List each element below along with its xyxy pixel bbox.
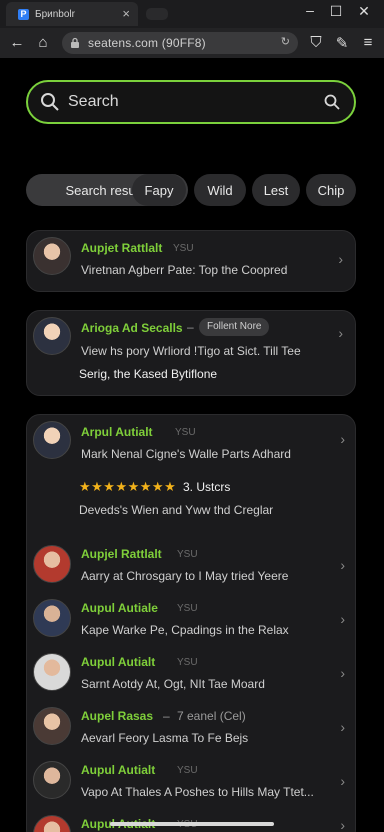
- home-indicator: [110, 822, 274, 826]
- result-description: Vapo At Thales A Poshes to Hills May Tte…: [81, 785, 314, 799]
- result-card[interactable]: Aupjet Rattlalt YSU Viretnan Agberr Pate…: [26, 230, 356, 292]
- chip-lest[interactable]: Lest: [252, 174, 300, 206]
- result-description: Viretnan Agberr Pate: Top the Coopred: [81, 263, 288, 277]
- search-icon: [41, 93, 59, 111]
- tab-title: Бриnbolr: [35, 8, 75, 20]
- result-description: Sarnt Aotdy At, Ogt, NIt Tae Moard: [81, 677, 265, 691]
- chevron-right-icon[interactable]: ›: [340, 431, 345, 447]
- list-item[interactable]: Aupul Autialt YSU Sarnt Aotdy At, Ogt, N…: [27, 649, 357, 703]
- result-meta: YSU: [177, 765, 198, 776]
- result-description: Kape Warke Pe, Cpadings in the Relax: [81, 623, 289, 637]
- result-name: Aupjet Rattlalt: [81, 241, 163, 255]
- url-field[interactable]: seatens.com (90FF8) ↻: [62, 32, 298, 54]
- chevron-right-icon[interactable]: ›: [338, 325, 343, 341]
- close-window-icon[interactable]: ✕: [354, 3, 374, 20]
- page-content: Search Search results Fapy Wild Lest Chi…: [0, 58, 384, 832]
- chevron-right-icon[interactable]: ›: [340, 773, 345, 789]
- chevron-right-icon[interactable]: ›: [338, 251, 343, 267]
- result-description: Aarry at Chrosgary to I May tried Yeere: [81, 569, 289, 583]
- result-name: Arpul Autialt: [81, 425, 153, 439]
- result-card[interactable]: Arioga Ad Secalls – Follent Nore View hs…: [26, 310, 356, 396]
- result-meta: YSU: [173, 243, 194, 254]
- rating-users: 3. Ustcrs: [183, 480, 231, 494]
- filter-chips: Search results Fapy Wild Lest Chip: [26, 174, 356, 206]
- search-submit-icon[interactable]: [324, 94, 340, 110]
- result-meta: YSU: [175, 427, 196, 438]
- result-name: Aupjel Rattlalt: [81, 547, 162, 561]
- result-description-2: Deveds's Wien and Yww thd Creglar: [79, 503, 274, 517]
- result-name: Aupul Autialt: [81, 655, 156, 669]
- back-arrow-icon[interactable]: ←: [8, 34, 26, 51]
- result-meta: YSU: [177, 657, 198, 668]
- site-favicon-icon: P: [18, 8, 29, 20]
- maximize-icon[interactable]: ☐: [326, 3, 346, 20]
- browser-tab[interactable]: P Бриnbolr ×: [6, 2, 138, 26]
- chevron-right-icon[interactable]: ›: [340, 817, 345, 832]
- avatar: [33, 237, 71, 275]
- list-item[interactable]: Aupul Autiale YSU Kape Warke Pe, Cpading…: [27, 595, 357, 649]
- status-badge: Follent Nore: [199, 318, 270, 336]
- chip-wild[interactable]: Wild: [194, 174, 246, 206]
- chip-fapy[interactable]: Fapy: [132, 174, 186, 206]
- avatar: [33, 317, 71, 355]
- result-name: Aupul Autialt: [81, 763, 156, 777]
- result-description: Aevarl Feory Lasma To Fe Bejs: [81, 731, 249, 745]
- chevron-right-icon[interactable]: ›: [340, 665, 345, 681]
- avatar: [33, 761, 71, 799]
- star-rating: ★★★★★★★★: [79, 479, 177, 494]
- url-text: seatens.com (90FF8): [88, 36, 206, 50]
- result-description-2: Serig, the Kased Bytiflone: [79, 367, 218, 381]
- chip-chip[interactable]: Chip: [306, 174, 356, 206]
- lock-icon: [71, 37, 79, 48]
- pen-icon[interactable]: ✎: [333, 34, 351, 52]
- avatar: [33, 421, 71, 459]
- browser-tab-bar: P Бриnbolr × – ☐ ✕: [0, 0, 384, 28]
- chevron-right-icon[interactable]: ›: [340, 611, 345, 627]
- chevron-right-icon[interactable]: ›: [340, 557, 345, 573]
- chevron-right-icon[interactable]: ›: [340, 719, 345, 735]
- result-name: Aupul Autiale: [81, 601, 158, 615]
- list-item[interactable]: Aupel Rasas – 7 eanel (Cel) Aevarl Feory…: [27, 703, 357, 757]
- result-description: Mark Nenal Cigne's Walle Parts Adhard: [81, 447, 291, 461]
- result-meta: YSU: [177, 603, 198, 614]
- address-bar: ← ⌂ seatens.com (90FF8) ↻ ⛉ ✎ ≡: [0, 28, 384, 58]
- menu-icon[interactable]: ≡: [359, 34, 377, 51]
- result-meta: YSU: [177, 549, 198, 560]
- close-tab-icon[interactable]: ×: [122, 6, 130, 21]
- result-name: Aupel Rasas: [81, 709, 154, 723]
- result-description: View hs pory Wrliord !Tigo at Sict. Till…: [81, 344, 301, 358]
- avatar: [33, 545, 71, 583]
- search-input[interactable]: Search: [26, 80, 356, 124]
- result-name: Arioga Ad Secalls: [81, 321, 183, 335]
- refresh-icon[interactable]: ↻: [281, 35, 290, 48]
- minimize-icon[interactable]: –: [300, 2, 320, 18]
- result-meta: 7 eanel (Cel): [177, 709, 246, 723]
- home-icon[interactable]: ⌂: [34, 34, 52, 51]
- list-item[interactable]: Arpul Autialt YSU Mark Nenal Cigne's Wal…: [27, 415, 357, 541]
- new-tab-button[interactable]: [146, 8, 168, 20]
- list-item[interactable]: Aupjel Rattlalt YSU Aarry at Chrosgary t…: [27, 541, 357, 595]
- avatar: [33, 599, 71, 637]
- list-item[interactable]: Aupul Autialt YSU Vapo At Thales A Poshe…: [27, 757, 357, 811]
- avatar: [33, 815, 71, 832]
- results-group-card: Arpul Autialt YSU Mark Nenal Cigne's Wal…: [26, 414, 356, 832]
- avatar: [33, 707, 71, 745]
- avatar: [33, 653, 71, 691]
- search-placeholder: Search: [68, 93, 119, 110]
- extensions-icon[interactable]: ⛉: [307, 34, 325, 51]
